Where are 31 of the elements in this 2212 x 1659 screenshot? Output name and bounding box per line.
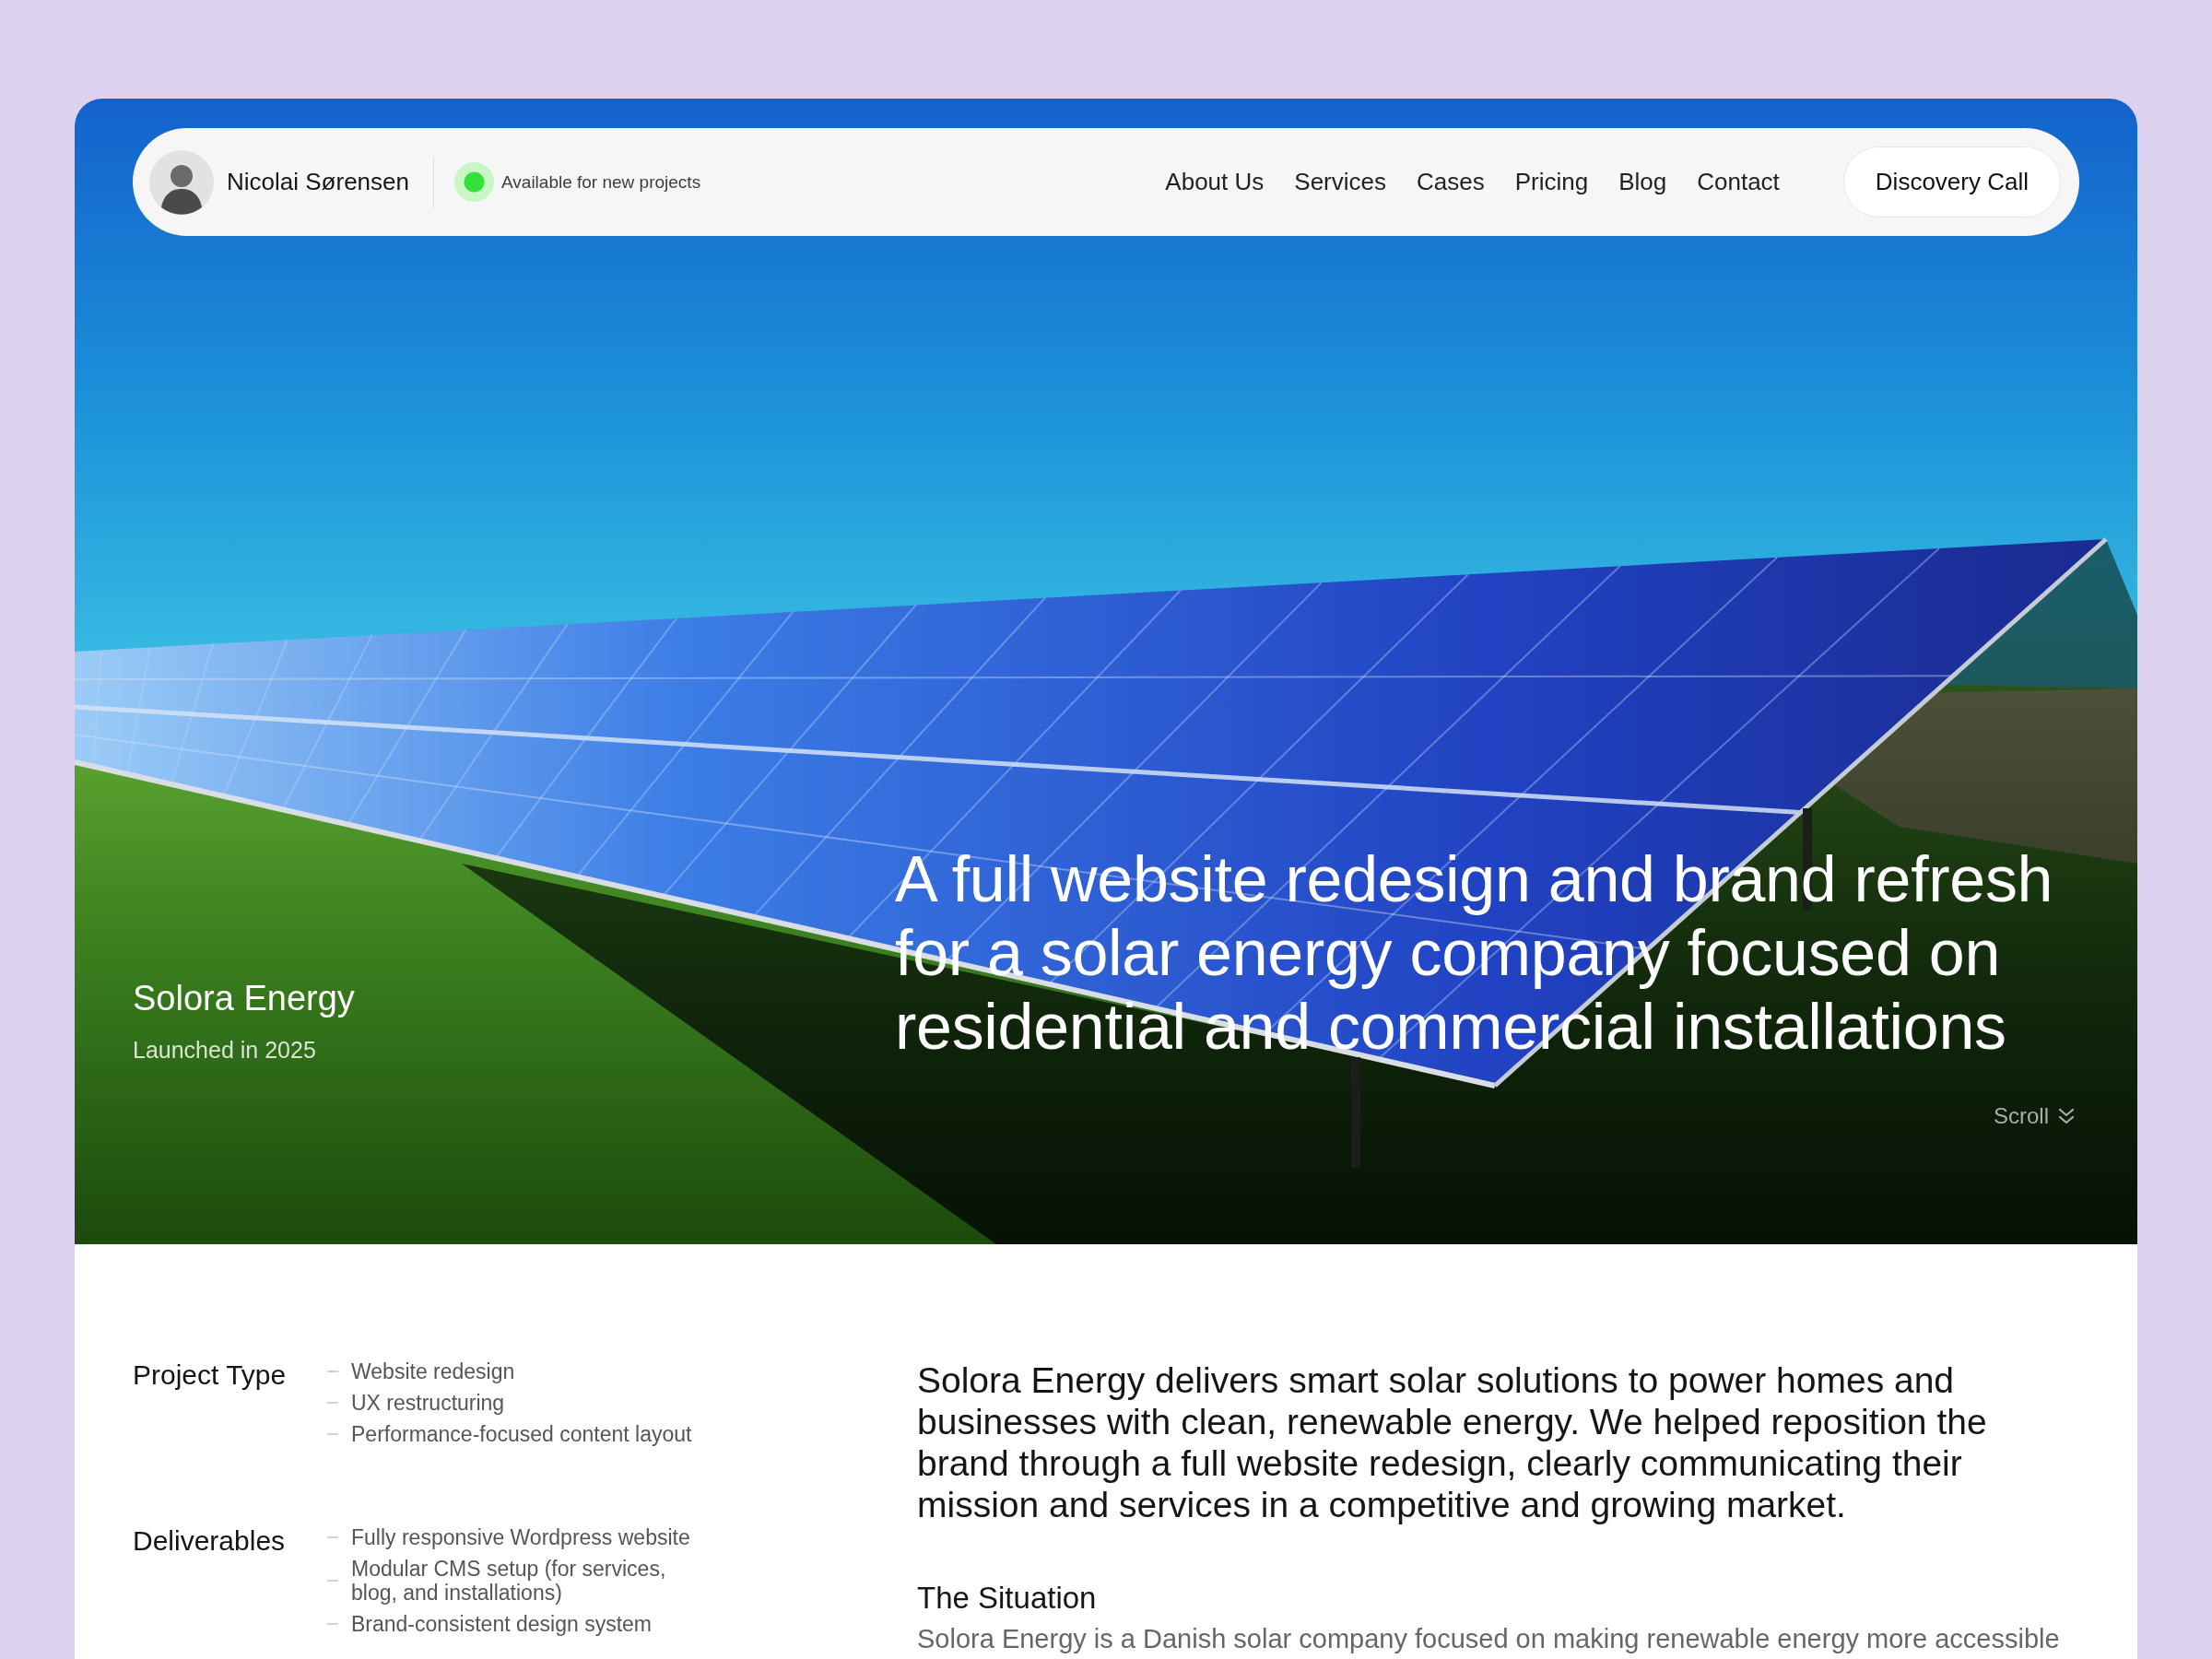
availability-status: Available for new projects bbox=[501, 171, 701, 193]
launch-note: Launched in 2025 bbox=[133, 1036, 317, 1064]
dash-icon bbox=[327, 1580, 338, 1582]
scroll-link[interactable]: Scroll bbox=[1994, 1102, 2075, 1130]
detail-item: Brand-consistent design system bbox=[351, 1612, 652, 1636]
nav-link[interactable]: Blog bbox=[1618, 168, 1667, 196]
nav-link[interactable]: Cases bbox=[1417, 168, 1485, 196]
section-heading: The Situation bbox=[917, 1581, 1098, 1616]
detail-item: Performance-focused content layout bbox=[351, 1422, 692, 1446]
detail-label: Project Type bbox=[133, 1359, 288, 1391]
intro-paragraph: Solora Energy delivers smart solar solutions to power homes and businesses with clean, renewable energy. We helped reposition the brand through a full website redesign, clearly communicating their mission and services in a competitive and growing market. bbox=[917, 1359, 1988, 1525]
detail-item: Fully responsive Wordpress website bbox=[351, 1525, 690, 1549]
avatar-icon bbox=[149, 149, 214, 215]
nav-link[interactable]: Contact bbox=[1697, 168, 1780, 196]
owner-name: Nicolai Sørensen bbox=[227, 168, 409, 196]
dash-icon bbox=[327, 1371, 338, 1372]
section-paragraph: Solora Energy is a Danish solar company focused on making renewable energy more accessible bbox=[917, 1623, 2061, 1654]
double-chevron-down-icon bbox=[2058, 1107, 2075, 1125]
dash-icon bbox=[327, 1433, 338, 1435]
detail-label: Deliverables bbox=[133, 1525, 287, 1557]
project-name: Solora Energy bbox=[133, 978, 355, 1018]
dash-icon bbox=[327, 1536, 338, 1538]
dash-icon bbox=[327, 1402, 338, 1404]
nav-link[interactable]: Services bbox=[1294, 168, 1386, 196]
detail-item: Website redesign bbox=[351, 1359, 515, 1383]
nav-link[interactable]: Pricing bbox=[1514, 168, 1589, 196]
nav-link[interactable]: About Us bbox=[1165, 168, 1265, 196]
detail-item: UX restructuring bbox=[351, 1391, 505, 1415]
detail-item: Modular CMS setup (for services, blog, and installations) bbox=[351, 1557, 667, 1605]
dash-icon bbox=[327, 1623, 338, 1625]
discovery-call-button[interactable]: Discovery Call bbox=[1842, 147, 2061, 218]
